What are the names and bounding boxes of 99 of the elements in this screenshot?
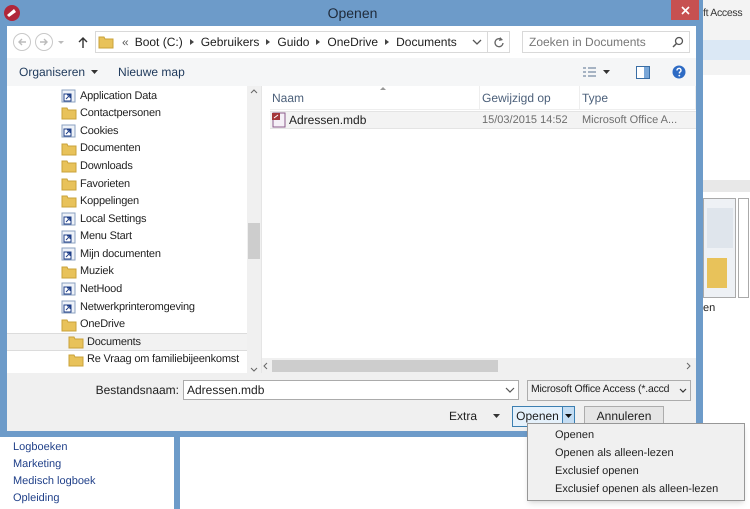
extra-button[interactable]: Extra (447, 406, 502, 426)
menu-item[interactable]: Exclusief openen (528, 462, 744, 480)
tree-item[interactable]: Downloads (7, 157, 247, 175)
breadcrumb-item[interactable]: OneDrive (327, 33, 378, 51)
preview-pane-icon (636, 66, 650, 78)
arrow-icon (17, 37, 27, 47)
horizontal-scrollbar[interactable] (262, 358, 696, 373)
caret-icon (493, 414, 500, 418)
tree-item[interactable]: Local Settings (7, 210, 247, 228)
help-icon (672, 65, 686, 79)
app-icon (2, 3, 22, 23)
toolbar-button[interactable]: Organiseren (13, 61, 104, 83)
address-bar[interactable]: « Boot (C:) Gebruikers Guido OneDrive Documents (95, 31, 510, 53)
tile-label: en (703, 301, 716, 316)
tree-item[interactable]: OneDrive (7, 316, 247, 334)
tree-item[interactable]: Mijn documenten (7, 245, 247, 263)
shortcut-icon (61, 298, 77, 315)
shortcut-icon (61, 246, 77, 262)
overflow-chevron[interactable]: « (122, 33, 129, 51)
database-file-icon (272, 112, 286, 128)
scroll-right-icon (685, 362, 692, 370)
chevron-down-icon (679, 388, 687, 392)
shortcut-icon (61, 210, 77, 227)
scroll-up-icon (250, 88, 258, 95)
breadcrumb-item[interactable]: Guido (277, 33, 310, 51)
caret-icon (603, 70, 610, 74)
field-label: Bestandsnaam: (94, 382, 180, 399)
separator-arrow-icon (265, 38, 272, 46)
menu-item[interactable]: Exclusief openen als alleen-lezen (528, 480, 744, 498)
breadcrumb-item[interactable]: Boot (C:) (134, 33, 183, 51)
folder-icon (61, 176, 77, 192)
sidebar-item[interactable]: Opleiding (13, 491, 174, 505)
scroll-left-icon (262, 362, 269, 370)
app-title: ft Access (703, 6, 742, 21)
separator-arrow-icon (315, 38, 322, 46)
tree-item[interactable]: Favorieten (7, 174, 247, 193)
tree-item[interactable]: Documenten (7, 140, 247, 158)
shortcut-icon (61, 281, 77, 298)
folder-icon (61, 140, 77, 157)
menu-item[interactable]: Openen (528, 426, 744, 444)
chevron-down-icon (472, 38, 482, 46)
filename-field[interactable]: Adressen.mdb (183, 380, 519, 400)
breadcrumb-item[interactable]: Gebruikers (200, 33, 260, 51)
table-cell-text: 15/03/2015 14:52 (481, 112, 569, 128)
close-icon (680, 4, 690, 16)
tree-item[interactable]: Re Vraag om familiebijeenkomst (7, 350, 247, 368)
scrollbar-thumb[interactable] (248, 223, 260, 259)
tree-item[interactable]: Contactpersonen (7, 104, 247, 122)
tree-item[interactable]: Documents (7, 333, 247, 351)
folder-icon (61, 264, 77, 280)
menu-item[interactable]: Openen als alleen-lezen (528, 444, 744, 462)
column-header[interactable]: Type (580, 86, 696, 109)
column-header[interactable]: Gewijzigd op (480, 86, 580, 109)
tree-item[interactable]: NetHood (7, 280, 247, 298)
caret-icon (91, 70, 98, 74)
file-row[interactable]: Adressen.mdb 15/03/2015 14:52 Microsoft Office A... (270, 111, 696, 129)
sidebar-item[interactable]: Medisch logboek (13, 474, 174, 488)
tree-item[interactable]: Cookies (7, 122, 247, 140)
folder-icon (61, 105, 77, 122)
sort-arrow-icon (380, 87, 386, 90)
shortcut-icon (61, 122, 77, 139)
caret-icon (57, 39, 65, 45)
tree-item[interactable]: Netwerkprinteromgeving (7, 298, 247, 316)
refresh-icon (492, 36, 504, 48)
caret-icon (565, 414, 572, 418)
file-type-dropdown[interactable]: Microsoft Office Access (*.accd (527, 380, 691, 400)
section-bar (703, 180, 750, 192)
shortcut-icon (61, 228, 77, 245)
separator-arrow-icon (188, 38, 195, 46)
scrollbar-thumb[interactable] (272, 360, 498, 372)
tree-item[interactable]: Application Data (7, 87, 247, 105)
folder-icon (68, 352, 84, 368)
separator-arrow-icon (384, 38, 390, 46)
file-name: Adressen.mdb (289, 112, 366, 129)
folder-icon (68, 334, 84, 350)
tree-item[interactable]: Koppelingen (7, 192, 247, 210)
list-view-icon (582, 66, 597, 78)
folder-icon (61, 158, 77, 174)
arrow-icon (39, 37, 49, 47)
toolbar-button[interactable]: Nieuwe map (112, 61, 191, 83)
sidebar-item[interactable]: Marketing (13, 457, 174, 471)
folder-icon (61, 316, 77, 333)
table-cell-text: Microsoft Office A... (581, 112, 678, 128)
chevron-down-icon (505, 387, 515, 393)
breadcrumb-item[interactable]: Documents (396, 33, 457, 51)
vertical-scrollbar[interactable] (247, 86, 261, 373)
search-icon (672, 36, 684, 48)
folder-icon (61, 193, 77, 210)
ribbon-bar (703, 40, 750, 60)
tree-item[interactable]: Muziek (7, 262, 247, 281)
sidebar-item[interactable]: Logboeken (13, 440, 174, 454)
scroll-down-icon (250, 366, 258, 373)
up-arrow-icon (77, 36, 89, 48)
search-field[interactable]: Zoeken in Documents (522, 31, 690, 53)
template-tile-icon (703, 198, 749, 298)
tree-item[interactable]: Menu Start (7, 228, 247, 246)
window-title: Openen (328, 4, 378, 23)
folder-icon (98, 34, 114, 50)
close-button[interactable] (671, 0, 699, 20)
